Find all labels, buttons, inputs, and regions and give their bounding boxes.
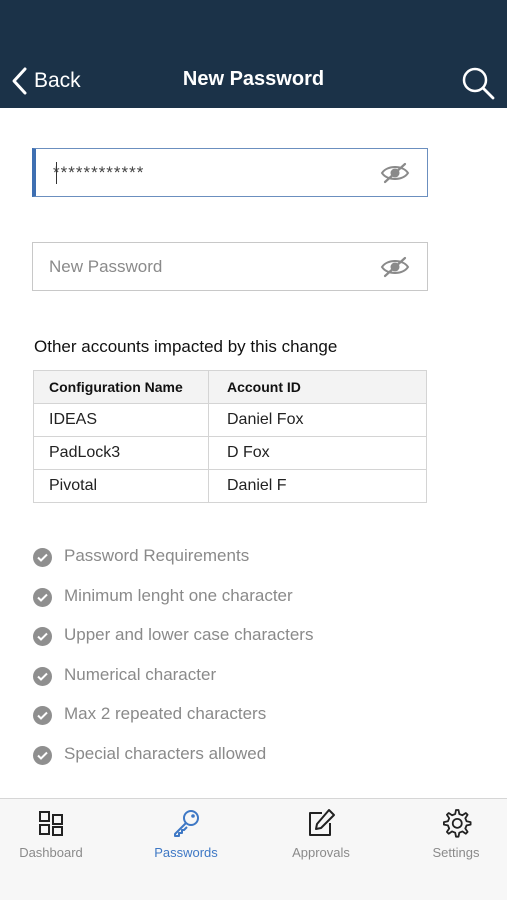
account-id-cell: D Fox bbox=[208, 436, 427, 470]
new-password-input[interactable] bbox=[33, 243, 379, 290]
requirement-text: Max 2 repeated characters bbox=[64, 704, 267, 724]
table-row: Pivotal Daniel F bbox=[33, 469, 427, 503]
requirement-item: Minimum lenght one character bbox=[33, 584, 313, 624]
table-row: IDEAS Daniel Fox bbox=[33, 403, 427, 437]
search-button[interactable] bbox=[460, 65, 496, 101]
impacted-accounts-heading: Other accounts impacted by this change bbox=[34, 337, 338, 356]
tab-label: Settings bbox=[432, 845, 480, 860]
tab-settings[interactable]: Settings bbox=[401, 807, 507, 860]
configuration-name-cell: PadLock3 bbox=[33, 436, 209, 470]
tab-dashboard[interactable]: Dashboard bbox=[0, 807, 106, 860]
eye-off-icon[interactable] bbox=[379, 161, 411, 185]
table-row: PadLock3 D Fox bbox=[33, 436, 427, 470]
requirement-item: Numerical character bbox=[33, 663, 313, 703]
table-header-row: Configuration Name Account ID bbox=[33, 370, 427, 404]
header-bar: Back New Password bbox=[0, 0, 507, 108]
tab-approvals[interactable]: Approvals bbox=[266, 807, 376, 860]
tab-label: Dashboard bbox=[19, 845, 83, 860]
gear-icon bbox=[443, 809, 472, 838]
new-password-field[interactable] bbox=[32, 242, 428, 291]
check-circle-icon bbox=[33, 627, 52, 647]
edit-icon bbox=[309, 809, 335, 836]
text-caret bbox=[56, 162, 57, 184]
check-circle-icon bbox=[33, 548, 52, 567]
requirement-item: Special characters allowed bbox=[33, 742, 313, 782]
column-header: Configuration Name bbox=[33, 370, 209, 404]
bottom-tab-bar: Dashboard Passwords Approvals Settings bbox=[0, 798, 507, 900]
requirement-item: Max 2 repeated characters bbox=[33, 702, 313, 742]
current-password-field[interactable] bbox=[32, 148, 428, 197]
tab-label: Approvals bbox=[292, 845, 350, 860]
impacted-accounts-table: Configuration Name Account ID IDEAS Dani… bbox=[33, 370, 427, 503]
requirement-text: Minimum lenght one character bbox=[64, 585, 293, 605]
eye-off-icon[interactable] bbox=[379, 255, 411, 279]
check-circle-icon bbox=[33, 745, 52, 765]
requirement-text: Special characters allowed bbox=[64, 743, 267, 763]
current-password-input[interactable] bbox=[36, 149, 379, 196]
key-icon bbox=[174, 810, 199, 837]
tab-label: Passwords bbox=[154, 845, 218, 860]
account-id-cell: Daniel F bbox=[208, 469, 427, 503]
requirement-text: Numerical character bbox=[64, 664, 217, 684]
dashboard-icon bbox=[39, 811, 63, 836]
requirement-text: Password Requirements bbox=[64, 546, 250, 565]
page-title: New Password bbox=[182, 68, 325, 90]
check-circle-icon bbox=[33, 706, 52, 726]
account-id-cell: Daniel Fox bbox=[208, 403, 427, 437]
check-circle-icon bbox=[33, 587, 52, 607]
configuration-name-cell: Pivotal bbox=[33, 469, 209, 503]
password-requirements-list: Password Requirements Minimum lenght one… bbox=[33, 544, 313, 782]
search-icon bbox=[462, 67, 495, 100]
check-circle-icon bbox=[33, 666, 52, 686]
requirement-item: Upper and lower case characters bbox=[33, 623, 313, 663]
requirement-text: Upper and lower case characters bbox=[64, 625, 314, 645]
configuration-name-cell: IDEAS bbox=[33, 403, 209, 437]
requirement-item: Password Requirements bbox=[33, 544, 313, 584]
column-header: Account ID bbox=[208, 370, 427, 404]
tab-passwords[interactable]: Passwords bbox=[131, 807, 241, 860]
